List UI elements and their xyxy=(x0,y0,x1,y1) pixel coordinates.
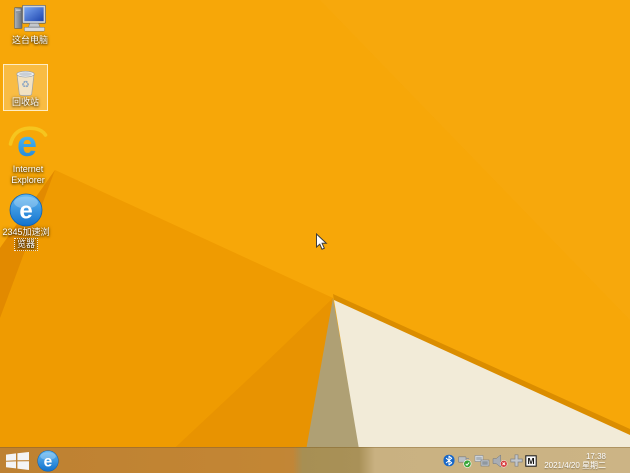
recycle-bin-icon: ♻ xyxy=(16,70,35,97)
ime-mode-icon[interactable]: M xyxy=(525,454,537,467)
taskbar-pinned-2345-browser[interactable]: e xyxy=(37,450,59,472)
svg-text:e: e xyxy=(19,198,32,225)
network-icon[interactable] xyxy=(474,454,490,468)
desktop-icon-this-pc[interactable]: 这台电脑 xyxy=(4,3,56,46)
safely-remove-hardware-icon[interactable] xyxy=(457,454,472,468)
2345-browser-icon: e xyxy=(9,193,43,227)
2345-browser-label-line1: 2345加速浏 xyxy=(2,227,50,237)
svg-text:e: e xyxy=(44,454,53,471)
desktop-wallpaper xyxy=(0,0,630,473)
this-pc-label: 这台电脑 xyxy=(11,35,48,45)
recycle-bin-label: 回收站 xyxy=(11,97,39,107)
2345-browser-label-line2: 览器 xyxy=(13,238,38,251)
bluetooth-icon[interactable] xyxy=(443,454,455,467)
internet-explorer-label-line1: Internet xyxy=(12,164,44,174)
start-button[interactable] xyxy=(0,448,34,473)
system-tray: M 17:38 2021/4/20 星期二 xyxy=(443,448,606,473)
desktop-icon-recycle-bin[interactable]: ♻ 回收站 xyxy=(3,64,48,111)
svg-text:M: M xyxy=(528,456,535,466)
2345-browser-taskbar-icon: e xyxy=(37,450,59,472)
taskbar-clock[interactable]: 17:38 2021/4/20 星期二 xyxy=(544,452,606,470)
wallpaper-graphic xyxy=(0,0,630,473)
desktop-icon-2345-browser[interactable]: e 2345加速浏 览器 xyxy=(0,193,52,251)
clock-date: 2021/4/20 星期二 xyxy=(544,460,606,470)
volume-muted-icon[interactable] xyxy=(492,453,508,468)
input-switcher-icon[interactable] xyxy=(510,454,523,467)
desktop-screen: 这台电脑 ♻ 回收站 e Internet Explorer e 2345加速浏… xyxy=(0,0,630,473)
windows-logo-icon xyxy=(5,451,29,470)
2345-browser-label-focus: 览器 xyxy=(13,238,38,251)
svg-text:♻: ♻ xyxy=(21,80,29,90)
taskbar: e M 17:38 2021/4/20 星期二 xyxy=(0,447,630,473)
desktop-icon-internet-explorer[interactable]: e Internet Explorer xyxy=(0,124,56,186)
this-pc-icon xyxy=(14,5,46,32)
clock-time: 17:38 xyxy=(585,451,606,461)
internet-explorer-label-line2: Explorer xyxy=(11,175,45,185)
internet-explorer-icon: e xyxy=(8,124,48,164)
